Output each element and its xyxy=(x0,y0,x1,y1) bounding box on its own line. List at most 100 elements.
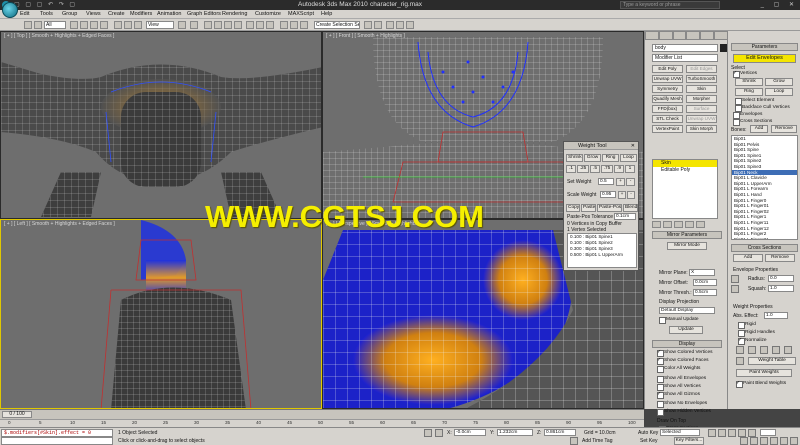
mod-unwrap-uvw-button[interactable]: Unwrap UVW xyxy=(652,75,683,83)
pan-icon[interactable] xyxy=(780,437,788,445)
menu-create[interactable]: Create xyxy=(108,11,125,17)
rigid-checkbox[interactable]: Rigid xyxy=(738,322,756,329)
tab-utilities[interactable] xyxy=(714,31,728,40)
wt-preset-button[interactable]: 1 xyxy=(625,165,635,173)
schematic-icon[interactable] xyxy=(364,21,372,29)
select-element-checkbox[interactable]: Select Element xyxy=(735,98,774,105)
x-coordinate[interactable]: -0.0cm xyxy=(454,429,486,436)
envelope-visible-icon[interactable] xyxy=(731,285,739,293)
configure-sets-icon[interactable] xyxy=(696,221,705,228)
scale-icon[interactable] xyxy=(134,21,142,29)
weight-table-button[interactable]: Weight Table xyxy=(748,357,796,365)
exclude-verts-icon[interactable] xyxy=(736,346,744,354)
menu-tools[interactable]: Tools xyxy=(40,11,53,17)
play-icon[interactable] xyxy=(728,429,736,437)
scale-weight-input[interactable]: 0.95 xyxy=(600,191,616,198)
tolerance-input[interactable]: 0.1cm xyxy=(614,213,636,220)
show-no-envelopes-checkbox[interactable]: Show No Envelopes xyxy=(657,401,707,408)
orbit-icon[interactable] xyxy=(790,437,798,445)
key-filters-button[interactable]: Key Filters... xyxy=(674,437,704,445)
parameters-rollout[interactable]: Parameters xyxy=(731,43,798,51)
mod-symmetry-button[interactable]: Symmetry xyxy=(652,85,683,93)
add-time-tag-icon[interactable] xyxy=(570,437,578,445)
pivot-icon[interactable] xyxy=(178,21,186,29)
set-key-button[interactable]: Set Key xyxy=(640,438,658,444)
prev-frame-icon[interactable] xyxy=(718,429,726,437)
cross-sections-checkbox[interactable]: Cross Sections xyxy=(733,119,772,126)
loop-button[interactable]: Loop xyxy=(765,88,793,96)
weight-table-icon[interactable] xyxy=(736,357,744,365)
envelopes-checkbox[interactable]: Envelopes xyxy=(733,112,762,119)
go-to-start-icon[interactable] xyxy=(708,429,716,437)
mod-edit-poly-button[interactable]: Edit Poly xyxy=(652,65,683,73)
mod-unwrap-uvw-2-button[interactable]: Unwrap UVW xyxy=(686,115,717,123)
rect-selection-icon[interactable] xyxy=(90,21,98,29)
show-colored-vertices-checkbox[interactable]: Show Colored Vertices xyxy=(657,349,713,357)
modifier-list-dropdown[interactable]: Modifier List xyxy=(652,54,718,62)
pin-stack-icon[interactable] xyxy=(652,221,661,228)
zoom-all-icon[interactable] xyxy=(750,437,758,445)
trackbar[interactable]: 0 5 10 15 20 25 30 35 40 45 50 55 60 65 70 75 80 85 90 95 10… xyxy=(0,419,644,427)
mod-quadify-button[interactable]: Quadify Mesh xyxy=(652,95,683,103)
radius-input[interactable]: 0.0 xyxy=(768,275,794,282)
bone-list-item[interactable]: Bip01 L Finger21 xyxy=(732,237,797,239)
paint-blend-weights-checkbox[interactable]: Paint Blend Weights xyxy=(736,380,786,388)
ring-button[interactable]: Ring xyxy=(735,88,763,96)
wt-loop-button[interactable]: Loop xyxy=(620,154,637,162)
wt-preset-button[interactable]: .5 xyxy=(590,165,600,173)
snap-icon[interactable] xyxy=(204,21,212,29)
time-slider-track[interactable]: 0 / 100 xyxy=(0,409,644,419)
stack-item-editable-poly[interactable]: Editable Poly xyxy=(653,167,717,174)
menu-group[interactable]: Group xyxy=(62,11,77,17)
mod-edit-edges-button[interactable]: Edit Edges xyxy=(686,65,717,73)
wt-preset-button[interactable]: .9 xyxy=(614,165,624,173)
bones-list[interactable]: Bip01 Bip01 Pelvis Bip01 Spine Bip01 Spine1… xyxy=(731,135,798,240)
abs-effect-input[interactable]: 1.0 xyxy=(764,312,788,319)
mod-morpher-button[interactable]: Morpher xyxy=(686,95,717,103)
time-slider[interactable]: 0 / 100 xyxy=(2,411,32,418)
show-all-gizmos-checkbox[interactable]: Show All Gizmos xyxy=(657,391,700,399)
render-frame-icon[interactable] xyxy=(396,21,404,29)
squash-input[interactable]: 1.0 xyxy=(768,285,794,292)
wt-copy-button[interactable]: Copy xyxy=(566,204,580,212)
search-input[interactable]: Type a keyword or phrase xyxy=(620,1,720,9)
viewport-label[interactable]: [ + ] [ Left ] [ Smooth + Highlights + E… xyxy=(4,221,115,227)
maxscript-listener[interactable]: $.modifiers[#Skin].effect = 0 xyxy=(1,429,113,437)
object-color-swatch[interactable] xyxy=(720,44,727,52)
graphite-icon[interactable] xyxy=(290,21,298,29)
show-colored-faces-checkbox[interactable]: Show Colored Faces xyxy=(657,357,709,365)
tab-modify[interactable] xyxy=(658,31,673,40)
show-end-result-icon[interactable] xyxy=(663,221,672,228)
set-weight-input[interactable]: 0.5 xyxy=(598,178,614,185)
stack-item-skin[interactable]: Skin xyxy=(653,160,717,167)
mod-ffd-box-button[interactable]: FFD(box) xyxy=(652,105,683,113)
wt-blend-button[interactable]: Blend xyxy=(623,204,638,212)
mod-vertexpaint-button[interactable]: VertexPaint xyxy=(652,125,683,133)
mod-skin-button[interactable]: Skin xyxy=(686,85,717,93)
viewport-left[interactable]: [ + ] [ Left ] [ Smooth + Highlights + E… xyxy=(0,219,322,409)
cross-section-add-button[interactable]: Add xyxy=(733,254,763,262)
angle-snap-icon[interactable] xyxy=(214,21,222,29)
mirror-parameters-rollout[interactable]: Mirror Parameters xyxy=(652,231,722,239)
rotate-icon[interactable] xyxy=(124,21,132,29)
select-excluded-icon[interactable] xyxy=(760,346,768,354)
mod-stl-check-button[interactable]: STL Check xyxy=(652,115,683,123)
grow-button[interactable]: Grow xyxy=(765,78,793,86)
menu-views[interactable]: Views xyxy=(86,11,101,17)
weight-list[interactable]: 0.100 : Bip01 Spine1 0.100 : Bip01 Spine… xyxy=(567,233,637,268)
update-button[interactable]: Update xyxy=(669,326,703,334)
envelope-relative-icon[interactable] xyxy=(731,275,739,283)
menu-animation[interactable]: Animation xyxy=(157,11,181,17)
color-all-weights-checkbox[interactable]: Color All Weights xyxy=(657,366,700,373)
weight-list-item[interactable]: 0.500 : Bip01 L UpperArm xyxy=(570,252,636,258)
tab-hierarchy[interactable] xyxy=(672,31,687,40)
wt-preset-button[interactable]: .25 xyxy=(577,165,589,173)
curve-editor-icon[interactable] xyxy=(300,21,308,29)
scale-weight-minus-button[interactable]: - xyxy=(627,191,635,199)
select-icon[interactable] xyxy=(70,21,78,29)
zoom-icon[interactable] xyxy=(740,437,748,445)
mod-skin-morph-button[interactable]: Skin Morph xyxy=(686,125,717,133)
redo-icon[interactable] xyxy=(34,21,42,29)
wt-ring-button[interactable]: Ring xyxy=(602,154,619,162)
menu-edit[interactable]: Edit xyxy=(20,11,29,17)
